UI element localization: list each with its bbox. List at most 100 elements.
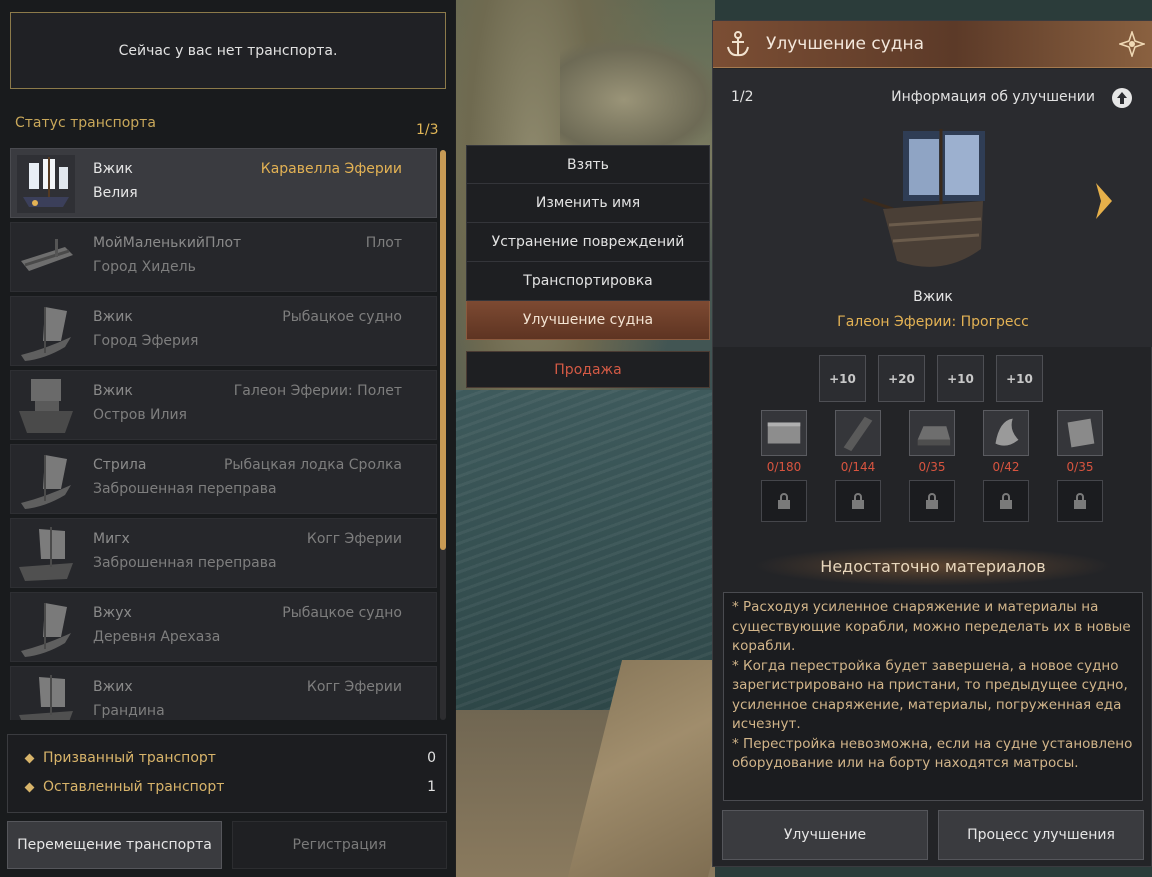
note-line: * Расходуя усиленное снаряжение и матери…: [732, 599, 1131, 654]
vehicle-context-menu: Взять Изменить имя Устранение повреждени…: [466, 145, 710, 340]
vehicle-row[interactable]: Вжух Рыбацкое судно Деревня Арехаза: [10, 592, 437, 662]
material-column: 0/35: [909, 410, 955, 522]
material-slots: 0/180 0/144 0/35 0/42 0/35: [761, 410, 1103, 522]
vehicle-name: Вжик: [93, 309, 133, 325]
vehicle-location: Заброшенная переправа: [93, 481, 277, 497]
left-transport-value: 1: [427, 779, 436, 795]
next-ship-arrow-icon[interactable]: [1093, 181, 1115, 221]
anchor-icon: [727, 31, 749, 57]
game-world-cliff: [560, 40, 720, 160]
equipment-slot[interactable]: +20: [878, 355, 925, 402]
diamond-bullet-icon: [24, 753, 35, 763]
raft-icon: [21, 239, 73, 271]
diamond-bullet-icon: [24, 782, 35, 792]
menu-item-ship-upgrade[interactable]: Улучшение судна: [466, 301, 710, 340]
vehicle-row[interactable]: Вжик Рыбацкое судно Город Эферия: [10, 296, 437, 366]
panel-header: Улучшение судна: [713, 21, 1152, 68]
vehicle-location: Город Эферия: [93, 333, 199, 349]
upgrade-button[interactable]: Улучшение: [722, 810, 928, 860]
ship-preview-area: 1/2 Информация об улучшении Вжик Галеон …: [713, 69, 1152, 347]
transport-status-title: Статус транспорта: [15, 115, 156, 131]
vehicle-name: Вжик: [93, 383, 133, 399]
register-button[interactable]: Регистрация: [232, 821, 447, 869]
cog-icon: [19, 527, 73, 581]
timber-icon[interactable]: [761, 410, 807, 456]
note-line: * Когда перестройка будет завершена, а н…: [732, 657, 1128, 733]
lock-icon: [1000, 493, 1012, 509]
locked-slot: [761, 480, 807, 522]
vehicle-type: Галеон Эферии: Полет: [233, 383, 402, 399]
equipment-slot[interactable]: +10: [819, 355, 866, 402]
vehicle-row[interactable]: Стрила Рыбацкая лодка Сролка Заброшенная…: [10, 444, 437, 514]
vehicle-row[interactable]: Вжик Галеон Эферии: Полет Остров Илия: [10, 370, 437, 440]
vehicle-location: Грандина: [93, 703, 165, 719]
vehicle-type: Когг Эферии: [306, 679, 402, 695]
galleon-ship-image: [862, 129, 985, 267]
transport-panel: Сейчас у вас нет транспорта. Статус тран…: [0, 0, 456, 877]
lock-icon: [852, 493, 864, 509]
ingot-icon[interactable]: [909, 410, 955, 456]
summoned-transport-label: Призванный транспорт: [43, 750, 216, 766]
fishing-boat-icon: [21, 307, 71, 361]
transport-status-count: 1/3: [416, 122, 439, 138]
vehicle-location: Деревня Арехаза: [93, 629, 221, 645]
upgrade-progress-button[interactable]: Процесс улучшения: [938, 810, 1144, 860]
vehicle-row[interactable]: Вжих Когг Эферии Грандина: [10, 666, 437, 720]
vehicle-name: Вжик: [93, 161, 133, 177]
fishing-boat-icon: [21, 455, 71, 509]
locked-slot: [983, 480, 1029, 522]
stone-icon[interactable]: [1057, 410, 1103, 456]
material-column: 0/35: [1057, 410, 1103, 522]
vehicle-type: Рыбацкая лодка Сролка: [223, 457, 402, 473]
lock-icon: [778, 493, 790, 509]
note-line: * Перестройка невозможна, если на судне …: [732, 735, 1133, 772]
vehicle-type: Рыбацкое судно: [282, 309, 402, 325]
ship-class: Галеон Эферии: Прогресс: [837, 314, 1029, 330]
fishing-boat-icon: [21, 603, 71, 657]
upgrade-info-icon[interactable]: [1111, 87, 1133, 109]
equipment-slot[interactable]: +10: [996, 355, 1043, 402]
lock-icon: [1074, 493, 1086, 509]
vehicle-row[interactable]: Вжик Каравелла Эферии Велия: [10, 148, 437, 218]
vehicle-type: Рыбацкое судно: [282, 605, 402, 621]
vehicle-row[interactable]: Мигх Когг Эферии Заброшенная переправа: [10, 518, 437, 588]
material-column: 0/42: [983, 410, 1029, 522]
material-count: 0/42: [992, 460, 1020, 474]
no-transport-message: Сейчас у вас нет транспорта.: [10, 12, 446, 89]
vehicle-list-scrollbar[interactable]: [440, 150, 446, 720]
left-transport-label: Оставленный транспорт: [43, 779, 225, 795]
scrollbar-thumb[interactable]: [440, 150, 446, 550]
equipment-slot[interactable]: +10: [937, 355, 984, 402]
locked-slot: [1057, 480, 1103, 522]
vehicle-name: Вжух: [93, 605, 132, 621]
move-transport-button[interactable]: Перемещение транспорта: [7, 821, 222, 869]
material-count: 0/35: [918, 460, 946, 474]
summoned-transport-row: Призванный транспорт 0: [24, 750, 436, 766]
menu-item-transport[interactable]: Транспортировка: [466, 262, 710, 301]
vehicle-name: Мигх: [93, 531, 130, 547]
vehicle-type: Каравелла Эферии: [260, 161, 402, 177]
menu-item-take[interactable]: Взять: [466, 145, 710, 184]
vehicle-type: Когг Эферии: [306, 531, 402, 547]
menu-item-rename[interactable]: Изменить имя: [466, 184, 710, 223]
ship-name: Вжик: [913, 289, 953, 305]
vehicle-name: МойМаленькийПлот: [93, 235, 242, 251]
equipment-slots: +10 +20 +10 +10: [819, 355, 1043, 402]
summoned-transport-value: 0: [427, 750, 436, 766]
vehicle-name: Вжих: [93, 679, 133, 695]
vehicle-row[interactable]: МойМаленькийПлот Плот Город Хидель: [10, 222, 437, 292]
vehicle-name: Стрила: [93, 457, 147, 473]
transport-summary: Призванный транспорт 0 Оставленный транс…: [7, 734, 447, 813]
locked-slot: [909, 480, 955, 522]
page-indicator: 1/2: [731, 89, 754, 105]
upgrade-notes: * Расходуя усиленное снаряжение и матери…: [723, 592, 1143, 801]
material-count: 0/144: [840, 460, 876, 474]
menu-item-repair[interactable]: Устранение повреждений: [466, 223, 710, 262]
plank-icon[interactable]: [835, 410, 881, 456]
menu-item-sell[interactable]: Продажа: [466, 351, 710, 388]
ornament-emblem-icon: [1119, 31, 1145, 57]
vehicle-location: Велия: [93, 185, 138, 201]
panel-title: Улучшение судна: [766, 34, 925, 54]
cloth-icon[interactable]: [983, 410, 1029, 456]
galleon-icon: [19, 379, 73, 433]
